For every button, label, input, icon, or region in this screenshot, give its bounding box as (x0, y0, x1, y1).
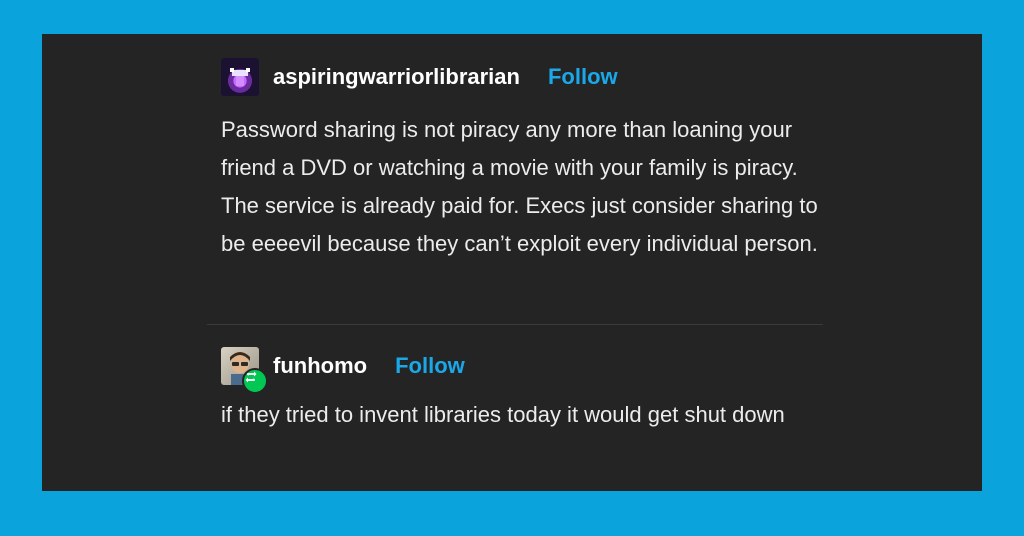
post-body: Password sharing is not piracy any more … (221, 117, 818, 256)
username[interactable]: aspiringwarriorlibrarian (273, 64, 520, 90)
follow-button[interactable]: Follow (548, 64, 618, 90)
post-body: if they tried to invent libraries today … (221, 402, 785, 427)
post-header: aspiringwarriorlibrarian Follow (221, 58, 831, 96)
post-card: aspiringwarriorlibrarian Follow Password… (42, 34, 982, 491)
post-divider (207, 324, 823, 325)
post-aspiringwarriorlibrarian: aspiringwarriorlibrarian Follow Password… (221, 58, 831, 263)
username[interactable]: funhomo (273, 353, 367, 379)
avatar[interactable] (221, 347, 268, 394)
post-header: funhomo Follow (221, 347, 831, 394)
avatar[interactable] (221, 58, 259, 96)
post-funhomo: funhomo Follow if they tried to invent l… (221, 347, 831, 434)
reblog-icon (242, 368, 268, 394)
avatar-figure-icon (230, 68, 250, 86)
follow-button[interactable]: Follow (395, 353, 465, 379)
